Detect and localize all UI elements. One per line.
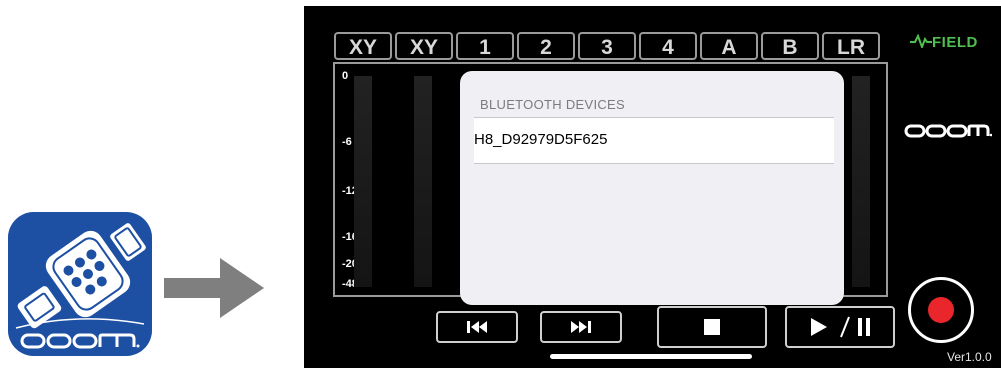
bluetooth-devices-dialog: BLUETOOTH DEVICES H8_D92979D5F625 — [460, 71, 844, 305]
rewind-icon — [467, 321, 487, 333]
level-meter — [852, 76, 870, 287]
fast-forward-button[interactable] — [540, 311, 622, 343]
channel-button-lr[interactable]: LR — [822, 32, 880, 60]
level-meter — [354, 76, 372, 287]
app-screen: XY XY 1 2 3 4 A B LR 0 -6 -12 -16 -20 -4… — [304, 6, 1001, 368]
field-label: FIELD — [932, 34, 978, 51]
channel-button-a[interactable]: A — [700, 32, 758, 60]
level-meter — [414, 76, 432, 287]
zoom-logo-icon — [904, 124, 992, 138]
fast-forward-icon — [571, 321, 591, 333]
channel-button-4[interactable]: 4 — [639, 32, 697, 60]
waveform-icon — [910, 33, 932, 50]
channel-button-xy1[interactable]: XY — [334, 32, 392, 60]
record-icon — [928, 297, 954, 323]
home-indicator — [550, 354, 752, 359]
device-list: H8_D92979D5F625 — [474, 117, 834, 164]
channel-button-2[interactable]: 2 — [517, 32, 575, 60]
channel-button-b[interactable]: B — [761, 32, 819, 60]
db-label: 0 — [342, 70, 349, 82]
device-item[interactable]: H8_D92979D5F625 — [474, 131, 607, 148]
play-pause-icon — [811, 316, 870, 338]
zoom-wordmark-icon — [20, 333, 140, 349]
db-label: -6 — [342, 136, 352, 148]
version-label: Ver1.0.0 — [947, 350, 992, 364]
field-logo: FIELD — [910, 33, 978, 51]
stop-icon — [704, 319, 720, 335]
record-button[interactable] — [908, 277, 974, 343]
rewind-button[interactable] — [436, 311, 518, 343]
stop-button[interactable] — [657, 306, 767, 348]
channel-button-1[interactable]: 1 — [456, 32, 514, 60]
channel-button-xy2[interactable]: XY — [395, 32, 453, 60]
app-icon[interactable] — [8, 212, 152, 356]
play-pause-button[interactable] — [785, 306, 895, 348]
arrow-right-icon — [164, 258, 264, 318]
dialog-header: BLUETOOTH DEVICES — [480, 97, 626, 112]
channel-button-3[interactable]: 3 — [578, 32, 636, 60]
